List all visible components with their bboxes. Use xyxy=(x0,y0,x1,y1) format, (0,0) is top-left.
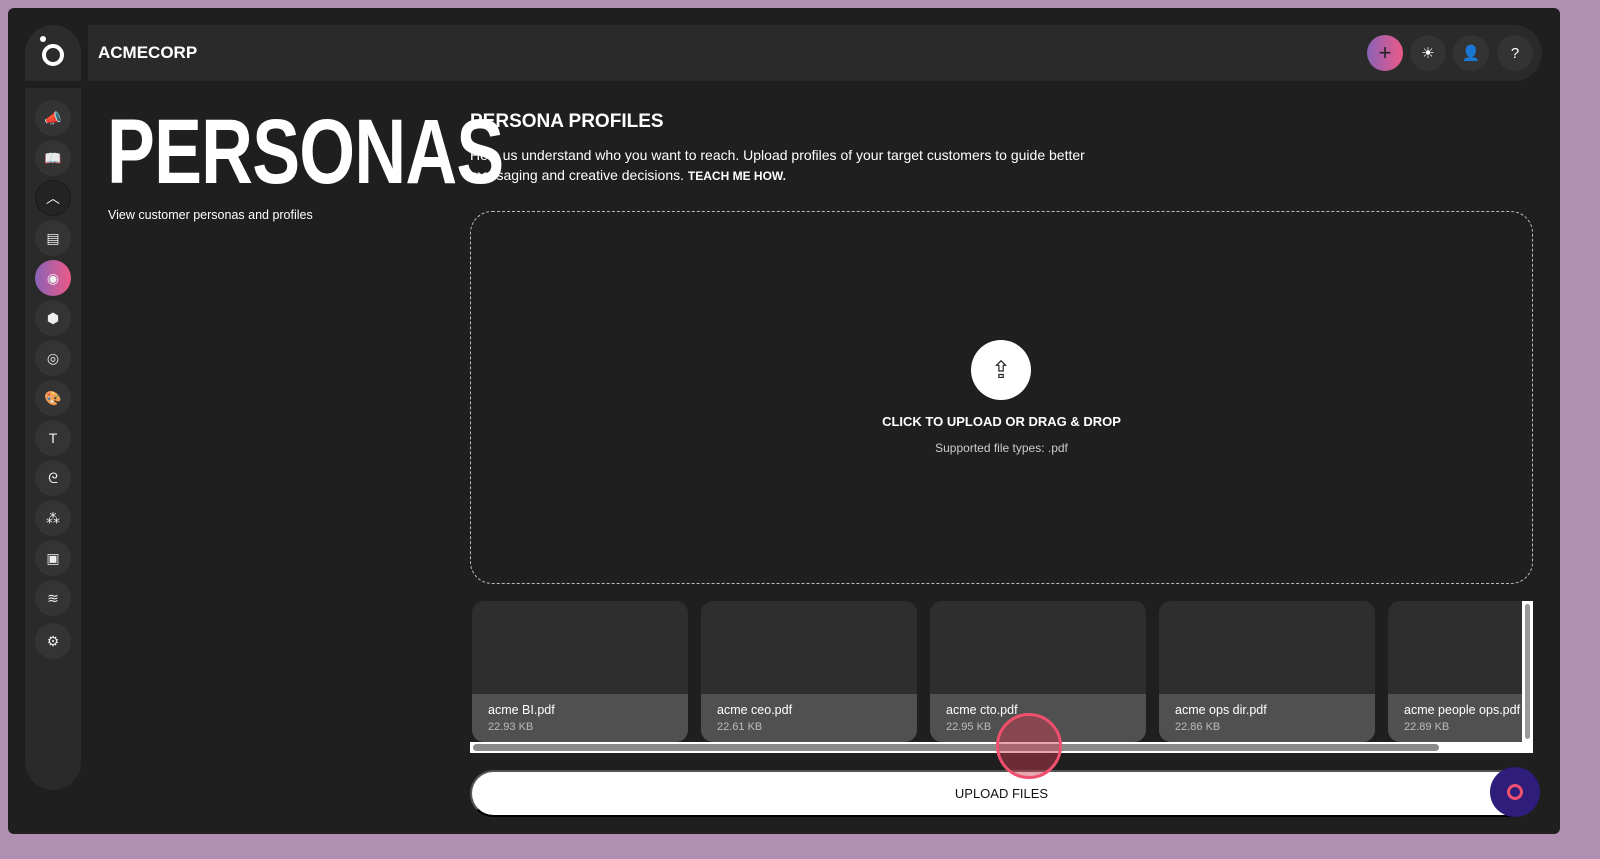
help-icon: ? xyxy=(1510,44,1520,62)
assistant-icon xyxy=(1507,784,1523,800)
sidebar-item-layers[interactable]: ≋ xyxy=(35,580,71,616)
profile-button[interactable]: 👤 xyxy=(1453,35,1489,71)
sidebar-item-target[interactable]: ◎ xyxy=(35,340,71,376)
app-logo[interactable] xyxy=(25,25,81,81)
sidebar: 📣 📖 ︿ ▤ ◉ ⬢ ◎ 🎨 T ᘓ ⁂ ▣ ≋ ⚙ xyxy=(25,88,81,790)
sidebar-item-document[interactable]: ▤ xyxy=(35,220,71,256)
upload-icon[interactable]: ⇪ xyxy=(971,340,1031,400)
logo-icon xyxy=(42,44,64,66)
megaphone-icon: 📣 xyxy=(44,109,62,126)
click-indicator xyxy=(996,713,1062,779)
file-size: 22.61 KB xyxy=(717,721,763,733)
sidebar-item-image[interactable]: ▣ xyxy=(35,540,71,576)
teach-me-how-link[interactable]: TEACH ME HOW. xyxy=(688,169,786,183)
sidebar-item-signature[interactable]: ᘓ xyxy=(35,460,71,496)
book-icon: 📖 xyxy=(44,149,62,166)
sidebar-item-settings[interactable]: ⚙ xyxy=(35,623,71,659)
file-card[interactable]: acme BI.pdf 22.93 KB xyxy=(472,601,688,742)
plus-icon: + xyxy=(1378,40,1392,65)
user-icon: 👤 xyxy=(1461,45,1481,62)
persona-icon: ◉ xyxy=(46,269,60,286)
sidebar-item-text[interactable]: T xyxy=(35,420,71,456)
dropzone-filetypes: Supported file types: .pdf xyxy=(935,441,1068,455)
help-button[interactable]: ? xyxy=(1497,35,1533,71)
brand-name: ACMECORP xyxy=(98,43,198,62)
sidebar-item-palette[interactable]: 🎨 xyxy=(35,380,71,416)
cube-icon: ⬢ xyxy=(46,309,60,326)
sidebar-item-megaphone[interactable]: 📣 xyxy=(35,100,71,136)
image-icon: ▣ xyxy=(46,549,60,566)
file-size: 22.93 KB xyxy=(488,721,534,733)
section-title: PERSONA PROFILES xyxy=(470,111,664,132)
sidebar-item-chevron-up[interactable]: ︿ xyxy=(35,180,71,216)
file-size: 22.89 KB xyxy=(1404,721,1450,733)
file-info: acme ceo.pdf 22.61 KB xyxy=(701,694,917,742)
text-icon: T xyxy=(48,430,58,446)
sidebar-item-persona[interactable]: ◉ xyxy=(35,260,71,296)
dropzone-label: CLICK TO UPLOAD OR DRAG & DROP xyxy=(882,414,1121,429)
document-icon: ▤ xyxy=(46,229,60,246)
upload-files-button[interactable]: UPLOAD FILES xyxy=(470,770,1533,817)
file-info: acme people ops.pdf 22.89 KB xyxy=(1388,694,1522,742)
top-bar: ACMECORP + ☀ 👤? xyxy=(88,25,1542,81)
section-description: Help us understand who you want to reach… xyxy=(470,145,1110,186)
page-title: PERSONAS xyxy=(107,101,504,203)
add-button[interactable]: + xyxy=(1367,35,1403,71)
vertical-scrollbar[interactable] xyxy=(1525,604,1530,739)
file-card[interactable]: acme ops dir.pdf 22.86 KB xyxy=(1159,601,1375,742)
horizontal-scrollbar[interactable] xyxy=(473,744,1439,751)
logo-dot xyxy=(40,36,46,42)
file-info: acme ops dir.pdf 22.86 KB xyxy=(1159,694,1375,742)
sidebar-item-book[interactable]: 📖 xyxy=(35,140,71,176)
file-card[interactable]: acme ceo.pdf 22.61 KB xyxy=(701,601,917,742)
chevron-up-icon: ︿ xyxy=(46,190,60,206)
sidebar-item-circles[interactable]: ⁂ xyxy=(35,500,71,536)
file-name: acme BI.pdf xyxy=(488,703,555,717)
sun-icon: ☀ xyxy=(1421,45,1435,62)
file-card[interactable]: acme people ops.pdf 22.89 KB xyxy=(1388,601,1522,742)
file-size: 22.86 KB xyxy=(1175,721,1221,733)
file-info: acme BI.pdf 22.93 KB xyxy=(472,694,688,742)
page-subtitle: View customer personas and profiles xyxy=(108,208,313,222)
settings-icon: ⚙ xyxy=(46,632,60,649)
sidebar-item-cube[interactable]: ⬢ xyxy=(35,300,71,336)
theme-button[interactable]: ☀ xyxy=(1410,35,1446,71)
file-name: acme ceo.pdf xyxy=(717,703,793,717)
file-name: acme people ops.pdf xyxy=(1404,703,1521,717)
upload-dropzone[interactable]: ⇪ CLICK TO UPLOAD OR DRAG & DROP Support… xyxy=(470,211,1533,584)
target-icon: ◎ xyxy=(46,349,60,366)
assistant-button[interactable] xyxy=(1490,767,1540,817)
file-name: acme ops dir.pdf xyxy=(1175,703,1267,717)
signature-icon: ᘓ xyxy=(48,469,58,486)
layers-icon: ≋ xyxy=(47,589,59,606)
palette-icon: 🎨 xyxy=(44,389,62,406)
circles-icon: ⁂ xyxy=(46,509,60,526)
